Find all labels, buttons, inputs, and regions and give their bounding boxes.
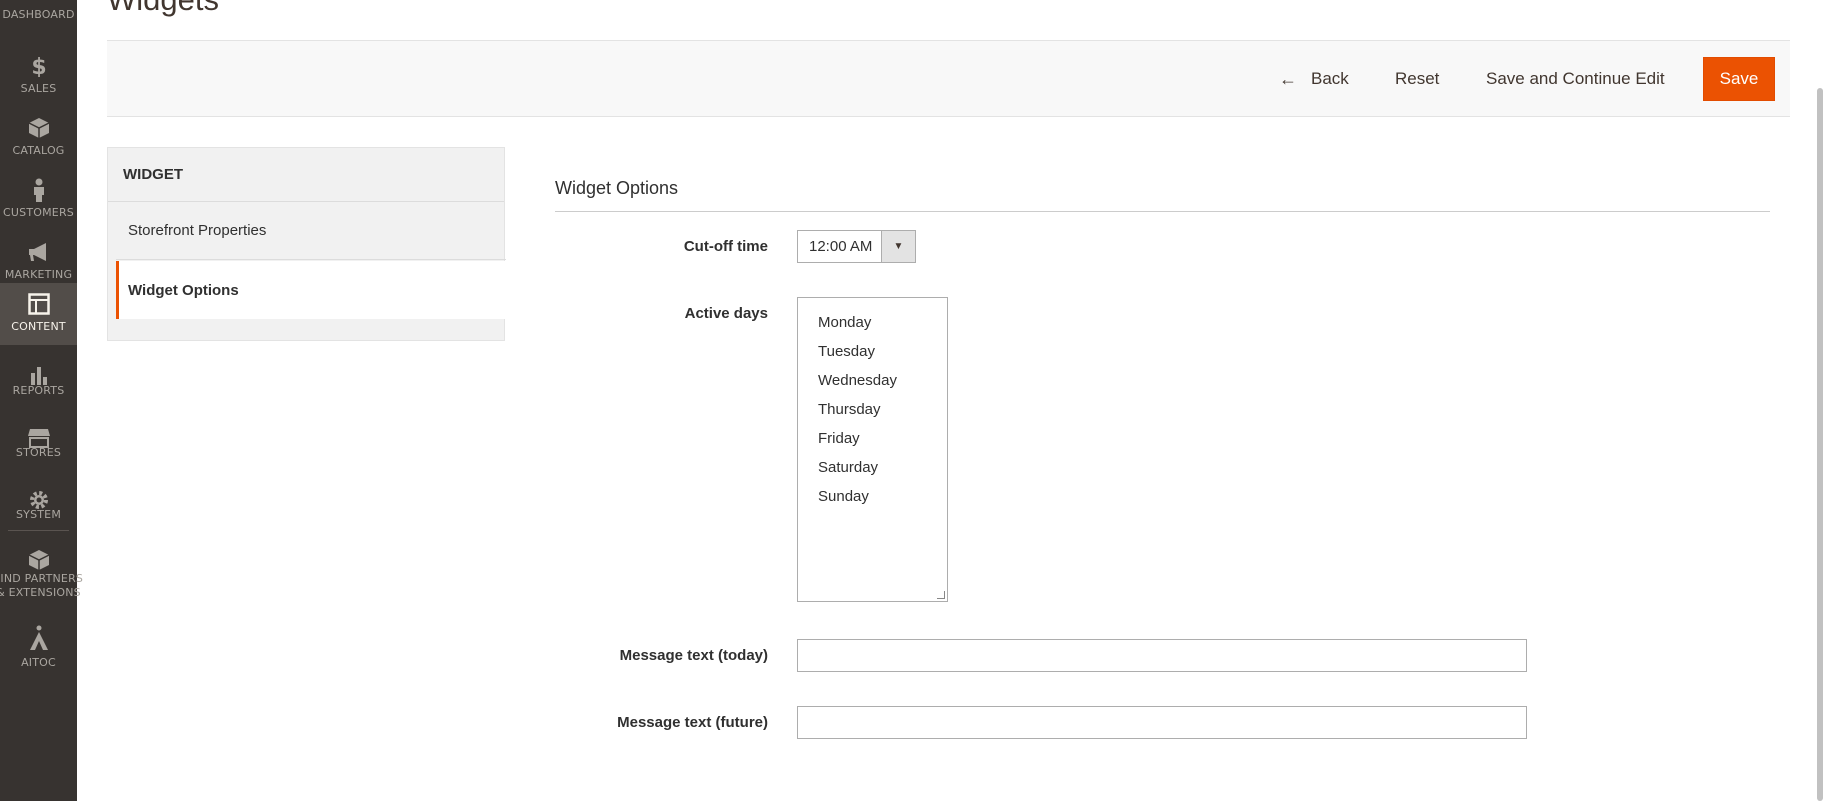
page-title: Widgets bbox=[107, 0, 219, 18]
nav-stores[interactable]: STORES bbox=[0, 418, 77, 480]
arrow-left-icon: ← bbox=[1279, 68, 1297, 89]
nav-divider bbox=[8, 530, 69, 531]
nav-customers-label: CUSTOMERS bbox=[3, 206, 74, 219]
cutoff-time-select[interactable]: 12:00 AM ▼ bbox=[797, 230, 916, 263]
nav-sales-label: SALES bbox=[20, 82, 57, 95]
tab-widget-options[interactable]: Widget Options bbox=[116, 261, 506, 319]
tab-storefront-properties[interactable]: Storefront Properties bbox=[116, 202, 506, 260]
admin-sidebar: DASHBOARD $ SALES CATALOG CUSTOMERS MARK… bbox=[0, 0, 83, 801]
nav-marketing-label: MARKETING bbox=[4, 268, 73, 281]
svg-text:$: $ bbox=[31, 55, 46, 77]
day-option[interactable]: Wednesday bbox=[798, 366, 947, 395]
back-button-label: Back bbox=[1311, 69, 1349, 88]
section-divider bbox=[555, 211, 1770, 212]
dollar-icon: $ bbox=[0, 54, 77, 78]
widget-tabs-panel: WIDGET Storefront Properties Widget Opti… bbox=[107, 147, 506, 341]
boxes-icon bbox=[0, 548, 77, 572]
nav-find-partners[interactable]: FIND PARTNERS & EXTENSIONS bbox=[0, 540, 83, 610]
message-future-label: Message text (future) bbox=[617, 714, 768, 731]
nav-aitoc-label: AITOC bbox=[21, 656, 56, 669]
nav-catalog-label: CATALOG bbox=[12, 144, 65, 157]
save-button[interactable]: Save bbox=[1703, 57, 1775, 101]
nav-sales[interactable]: $ SALES bbox=[0, 46, 77, 108]
day-option[interactable]: Sunday bbox=[798, 482, 947, 511]
nav-stores-label: STORES bbox=[15, 446, 62, 459]
person-icon bbox=[0, 178, 77, 202]
nav-dashboard[interactable]: DASHBOARD bbox=[0, 0, 77, 46]
scrollbar-thumb[interactable] bbox=[1817, 88, 1823, 801]
reset-button-label: Reset bbox=[1395, 69, 1440, 88]
message-today-input[interactable] bbox=[797, 639, 1527, 672]
nav-reports-label: REPORTS bbox=[12, 384, 65, 397]
chevron-down-icon[interactable]: ▼ bbox=[881, 231, 915, 262]
nav-system-label: SYSTEM bbox=[15, 508, 62, 521]
layout-icon bbox=[0, 292, 77, 316]
page-scrollbar[interactable] bbox=[1814, 0, 1826, 801]
section-title: Widget Options bbox=[555, 178, 679, 198]
save-and-continue-label: Save and Continue Edit bbox=[1486, 69, 1665, 88]
reset-button[interactable]: Reset bbox=[1395, 57, 1439, 101]
day-option[interactable]: Thursday bbox=[798, 395, 947, 424]
cutoff-time-value: 12:00 AM bbox=[809, 238, 873, 255]
megaphone-icon bbox=[0, 240, 77, 264]
nav-content-label: CONTENT bbox=[11, 320, 66, 333]
cube-icon bbox=[0, 116, 77, 140]
day-option[interactable]: Tuesday bbox=[798, 337, 947, 366]
nav-customers[interactable]: CUSTOMERS bbox=[0, 170, 77, 232]
message-future-input[interactable] bbox=[797, 706, 1527, 739]
page-actions-bar: ← Back Reset Save and Continue Edit Save bbox=[107, 40, 1790, 117]
nav-dashboard-label: DASHBOARD bbox=[2, 8, 75, 21]
day-option[interactable]: Monday bbox=[798, 308, 947, 337]
day-option[interactable]: Saturday bbox=[798, 453, 947, 482]
active-days-multiselect[interactable]: Monday Tuesday Wednesday Thursday Friday… bbox=[797, 297, 948, 602]
nav-aitoc[interactable]: AITOC bbox=[0, 618, 77, 680]
nav-content[interactable]: CONTENT bbox=[0, 283, 77, 345]
resize-grip-icon[interactable] bbox=[937, 591, 945, 599]
message-today-label: Message text (today) bbox=[619, 647, 768, 664]
save-and-continue-button[interactable]: Save and Continue Edit bbox=[1486, 57, 1665, 101]
nav-find-partners-label-2: & EXTENSIONS bbox=[0, 586, 81, 599]
nav-reports[interactable]: REPORTS bbox=[0, 356, 77, 418]
aitoc-logo-icon bbox=[0, 625, 77, 650]
cutoff-time-label: Cut-off time bbox=[683, 238, 768, 255]
save-button-label: Save bbox=[1719, 69, 1759, 88]
nav-find-partners-label-1: FIND PARTNERS bbox=[0, 572, 84, 585]
tabs-title: WIDGET bbox=[123, 166, 183, 183]
nav-system[interactable]: SYSTEM bbox=[0, 480, 77, 542]
back-button[interactable]: ← Back bbox=[1279, 57, 1349, 101]
nav-catalog[interactable]: CATALOG bbox=[0, 108, 77, 170]
active-days-label: Active days bbox=[684, 305, 768, 322]
day-option[interactable]: Friday bbox=[798, 424, 947, 453]
